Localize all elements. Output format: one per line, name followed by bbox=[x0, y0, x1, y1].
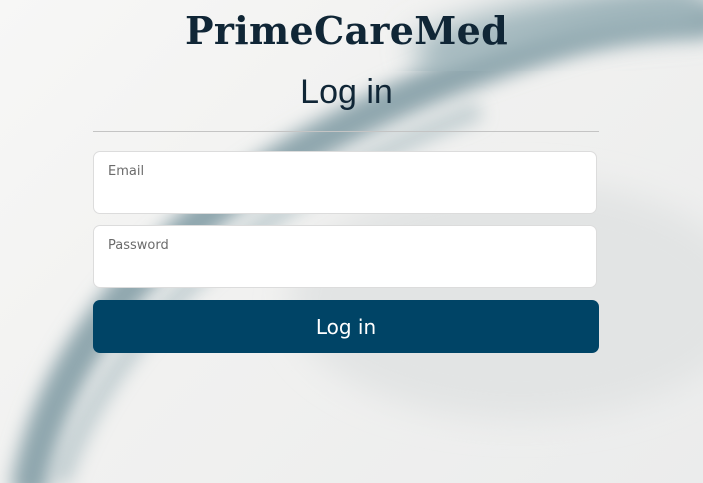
email-label: Email bbox=[108, 164, 145, 179]
password-field[interactable]: Password bbox=[93, 225, 597, 288]
divider bbox=[93, 131, 599, 132]
page-title: Log in bbox=[300, 73, 393, 111]
password-label: Password bbox=[108, 238, 169, 253]
login-button[interactable]: Log in bbox=[93, 300, 599, 353]
email-field[interactable]: Email bbox=[93, 151, 597, 214]
brand-title: PrimeCareMed bbox=[185, 8, 508, 53]
email-input[interactable] bbox=[107, 184, 587, 208]
password-input[interactable] bbox=[107, 258, 587, 282]
login-page: PrimeCareMed Log in Email Password Log i… bbox=[0, 0, 703, 483]
